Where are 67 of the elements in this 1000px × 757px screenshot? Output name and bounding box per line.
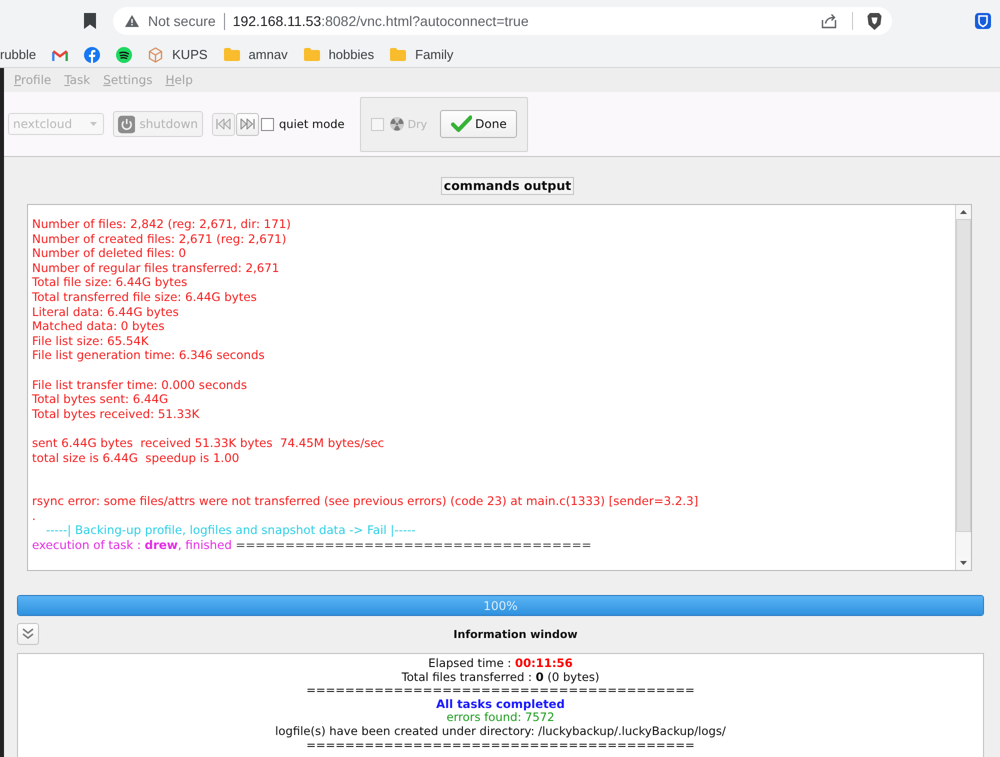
equals-rule: ======================================== — [306, 738, 695, 752]
output-line: Matched data: 0 bytes — [32, 319, 165, 334]
output-line: File list generation time: 6.346 seconds — [32, 348, 265, 363]
output-line: Number of files: 2,842 (reg: 2,671, dir: 171) — [32, 217, 291, 232]
url-text: 192.168.11.53:8082/vnc.html?autoconnect=true — [232, 13, 529, 29]
output-line: Total transferred file size: 6.44G bytes — [32, 290, 257, 305]
output-line: execution of task : drew, finished — [32, 538, 232, 552]
bookmark-icon[interactable] — [84, 13, 96, 29]
shield-tile-icon[interactable] — [975, 13, 991, 29]
bookmark-link[interactable]: rubble — [0, 47, 36, 62]
equals-rule: ==================================== — [236, 538, 592, 552]
folder-icon — [224, 48, 240, 61]
bookmark-link[interactable]: Family — [390, 47, 454, 62]
shield-icon[interactable] — [867, 12, 882, 30]
waves-logo-icon — [116, 46, 132, 62]
info-text: Elapsed time : 00:11:56 — [428, 657, 573, 671]
checkbox-label: quiet mode — [279, 117, 345, 131]
output-line: File list size: 65.54K — [32, 334, 149, 348]
check-icon — [451, 115, 472, 133]
folder-icon — [390, 48, 406, 61]
bookmark-link[interactable]: KUPS — [148, 46, 208, 62]
output-line: Number of regular files transferred: 2,671 — [32, 260, 280, 276]
scrollbar-thumb[interactable] — [956, 219, 971, 532]
double-chevron-down-icon — [22, 628, 34, 640]
output-line: -----| Backing-up profile, logfiles and snapshot data -> Fail |----- — [46, 523, 416, 538]
section-title: Information window — [453, 628, 578, 640]
output-line: Number of created files: 2,671 (reg: 2,671) — [32, 232, 286, 246]
fast-forward-icon — [240, 118, 255, 130]
folder-icon — [304, 48, 320, 61]
checkbox[interactable] — [261, 118, 274, 130]
collapse-button[interactable] — [17, 623, 39, 645]
output-line: Total bytes sent: 6.44G — [32, 392, 168, 407]
output-line: Number of deleted files: 0 — [32, 246, 186, 261]
power-icon — [118, 114, 136, 134]
fast-forward-button[interactable] — [236, 112, 259, 136]
output-line: . — [32, 508, 36, 524]
output-line: Total bytes received: 51.33K — [32, 406, 200, 422]
address-field[interactable]: Not secure 192.168.11.53:8082/vnc.html?autoconnect=true — [113, 7, 892, 35]
done-button[interactable]: Done — [440, 110, 518, 138]
bookmark-link[interactable]: hobbies — [304, 47, 374, 62]
caret-icon — [90, 122, 97, 126]
round-logo-icon — [84, 46, 100, 62]
output-line: sent 6.44G bytes received 51.33K bytes 74.45M bytes/sec — [32, 436, 384, 450]
info-text: errors found: 7572 — [446, 711, 555, 725]
security-button[interactable]: Not secure — [125, 13, 216, 29]
output-line: Literal data: 6.44G bytes — [32, 304, 179, 320]
info-text: Total files transferred : 0 (0 bytes) — [402, 670, 600, 684]
bookmark-link[interactable]: amnav — [224, 47, 288, 62]
checkbox-label: Dry — [408, 118, 428, 130]
section-title: commands output — [440, 177, 574, 195]
output-line: File list transfer time: 0.000 seconds — [32, 378, 248, 392]
progress-label: 100% — [483, 598, 518, 612]
equals-rule: ======================================== — [306, 684, 695, 698]
bookmark-link[interactable] — [116, 46, 132, 62]
output-line: Total file size: 6.44G bytes — [32, 275, 188, 290]
warning-icon — [125, 15, 139, 27]
cube-icon — [148, 46, 164, 62]
scroll-up-icon[interactable] — [960, 210, 967, 214]
rewind-icon — [216, 118, 231, 130]
radiation-icon — [390, 117, 404, 131]
scroll-down-icon[interactable] — [960, 561, 967, 565]
output-line: rsync error: some files/attrs were not transferred (see previous errors) (code 23) at main.c(1333) [sender=3.2.3] — [32, 494, 698, 509]
info-text: All tasks completed — [436, 698, 565, 712]
mail-icon — [52, 48, 68, 60]
share-icon[interactable] — [821, 13, 837, 29]
output-line: total size is 6.44G speedup is 1.00 — [32, 450, 240, 466]
info-text: logfile(s) have been created under directory: /luckybackup/.luckyBackup/logs/ — [275, 724, 726, 739]
